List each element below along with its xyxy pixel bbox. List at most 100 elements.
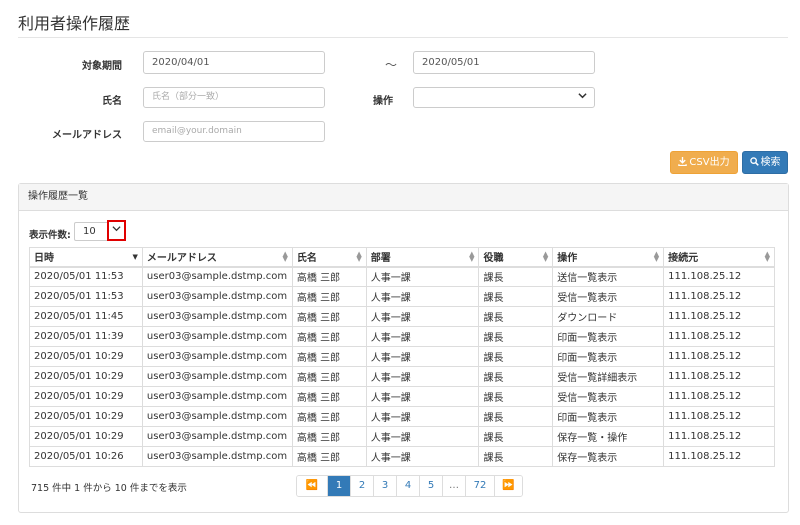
search-button[interactable]: 検索 [742, 151, 788, 174]
table-cell: 人事一課 [365, 406, 480, 427]
page-size-select[interactable]: 10 [74, 220, 126, 241]
pagination-page-1[interactable]: 1 [327, 476, 350, 496]
column-header-department[interactable]: 部署 ▲ ▼ [365, 247, 480, 268]
csv-export-button[interactable]: CSV出力 [670, 151, 738, 174]
table-cell: 保存一覧・操作 [552, 426, 665, 447]
table-cell: 人事一課 [365, 426, 480, 447]
table-row: 2020/05/01 11:53 user03@sample.dstmp.com 高… [29, 286, 775, 307]
table-cell: 高橋 三郎 [291, 406, 367, 427]
result-summary: 715 件中 1 件から 10 件までを表示 [31, 483, 187, 494]
table-cell: 受信一覧詳細表示 [552, 366, 665, 387]
sort-icon: ▲ ▼ [764, 250, 770, 263]
table-cell: 人事一課 [365, 306, 480, 327]
table-row: 2020/05/01 11:53 user03@sample.dstmp.com 高… [29, 266, 775, 287]
table-cell: 111.108.25.12 [663, 366, 775, 387]
table-cell: 高橋 三郎 [291, 346, 367, 367]
table-cell: user03@sample.dstmp.com [141, 386, 293, 407]
period-from-input[interactable] [143, 51, 325, 74]
operation-select[interactable] [413, 87, 595, 108]
table-cell: 課長 [478, 446, 554, 467]
table-cell: 印面一覧表示 [552, 346, 665, 367]
table-cell: user03@sample.dstmp.com [141, 326, 293, 347]
chevron-down-icon[interactable] [107, 220, 126, 241]
table-cell: 人事一課 [365, 266, 480, 287]
table-cell: 2020/05/01 11:39 [29, 326, 143, 347]
operation-label: 操作 [373, 96, 393, 107]
sort-icon: ▲ ▼ [542, 250, 549, 263]
table-cell: 受信一覧表示 [552, 386, 665, 407]
table-cell: 2020/05/01 10:29 [29, 346, 143, 367]
table-cell: user03@sample.dstmp.com [141, 426, 293, 447]
chevron-down-icon [578, 91, 587, 103]
table-cell: 2020/05/01 11:45 [29, 306, 143, 327]
pagination: ⏪ 1 2 3 4 5 … 72 ⏩ [296, 475, 523, 497]
column-header-datetime[interactable]: 日時 ▼ [29, 247, 143, 268]
table-cell: 高橋 三郎 [291, 386, 367, 407]
pagination-ellipsis: … [442, 476, 465, 496]
table-cell: 111.108.25.12 [663, 266, 775, 287]
table-row: 2020/05/01 11:45 user03@sample.dstmp.com 高… [29, 306, 775, 327]
pagination-last-button[interactable]: ⏩ [494, 476, 522, 496]
name-input[interactable] [143, 87, 325, 108]
table-cell: 課長 [478, 306, 554, 327]
pagination-page-72[interactable]: 72 [465, 476, 494, 496]
table-cell: ダウンロード [552, 306, 665, 327]
table-cell: 111.108.25.12 [663, 326, 775, 347]
sort-icon: ▲ ▼ [653, 250, 660, 263]
search-label: 検索 [760, 157, 781, 168]
table-row: 2020/05/01 10:29 user03@sample.dstmp.com 高… [29, 346, 775, 367]
table-cell: 2020/05/01 10:29 [29, 366, 143, 387]
table-row: 2020/05/01 10:29 user03@sample.dstmp.com 高… [29, 366, 775, 387]
email-input[interactable] [143, 121, 325, 142]
table-cell: 2020/05/01 11:53 [29, 286, 143, 307]
table-cell: 人事一課 [365, 366, 480, 387]
page-title: 利用者操作履歴 [18, 14, 131, 33]
pagination-page-2[interactable]: 2 [350, 476, 373, 496]
table-cell: 2020/05/01 10:29 [29, 386, 143, 407]
table-row: 2020/05/01 11:39 user03@sample.dstmp.com 高… [29, 326, 775, 347]
name-label: 氏名 [102, 96, 122, 107]
column-header-name[interactable]: 氏名 ▲ ▼ [291, 247, 367, 268]
table-row: 2020/05/01 10:29 user03@sample.dstmp.com 高… [29, 406, 775, 427]
period-to-input[interactable] [413, 51, 595, 74]
pagination-page-3[interactable]: 3 [373, 476, 396, 496]
table-cell: 2020/05/01 11:53 [29, 266, 143, 287]
table-row: 2020/05/01 10:29 user03@sample.dstmp.com 高… [29, 426, 775, 447]
table-cell: user03@sample.dstmp.com [141, 446, 293, 467]
table-cell: user03@sample.dstmp.com [141, 346, 293, 367]
table-cell: user03@sample.dstmp.com [141, 366, 293, 387]
table-header-row: 日時 ▼ メールアドレス ▲ ▼ 氏名 ▲ ▼ 部署 ▲ ▼ 役職 ▲ ▼ 操作 ▲ ▼ 接続元 ▲ ▼ [29, 247, 775, 268]
table-cell: 課長 [478, 266, 554, 287]
sort-icon: ▲ ▼ [282, 250, 288, 263]
table-cell: 人事一課 [365, 386, 480, 407]
table-cell: 課長 [478, 386, 554, 407]
table-cell: user03@sample.dstmp.com [141, 266, 293, 287]
column-header-source[interactable]: 接続元 ▲ ▼ [663, 247, 775, 268]
table-cell: 印面一覧表示 [552, 406, 665, 427]
column-header-operation[interactable]: 操作 ▲ ▼ [552, 247, 665, 268]
table-row: 2020/05/01 10:29 user03@sample.dstmp.com 高… [29, 386, 775, 407]
sort-icon: ▲ ▼ [469, 250, 475, 263]
column-header-email[interactable]: メールアドレス ▲ ▼ [141, 247, 293, 268]
search-icon [749, 157, 761, 168]
pagination-first-button[interactable]: ⏪ [297, 476, 327, 496]
table-cell: 課長 [478, 346, 554, 367]
table-cell: 111.108.25.12 [663, 446, 775, 467]
table-cell: 111.108.25.12 [663, 346, 775, 367]
table-cell: 2020/05/01 10:29 [29, 426, 143, 447]
table-cell: 高橋 三郎 [291, 446, 367, 467]
table-cell: 人事一課 [365, 326, 480, 347]
table-cell: 課長 [478, 286, 554, 307]
pagination-page-5[interactable]: 5 [419, 476, 442, 496]
table-cell: 高橋 三郎 [291, 286, 367, 307]
table-cell: 111.108.25.12 [663, 386, 775, 407]
pagination-page-4[interactable]: 4 [396, 476, 419, 496]
table-cell: 111.108.25.12 [663, 286, 775, 307]
table-cell: 高橋 三郎 [291, 426, 367, 447]
column-header-position[interactable]: 役職 ▲ ▼ [478, 247, 554, 268]
table-cell: 2020/05/01 10:26 [29, 446, 143, 467]
page-size-label: 表示件数: [29, 230, 71, 241]
csv-export-label: CSV出力 [689, 157, 730, 168]
table-cell: 保存一覧表示 [552, 446, 665, 467]
table-cell: 課長 [478, 426, 554, 447]
